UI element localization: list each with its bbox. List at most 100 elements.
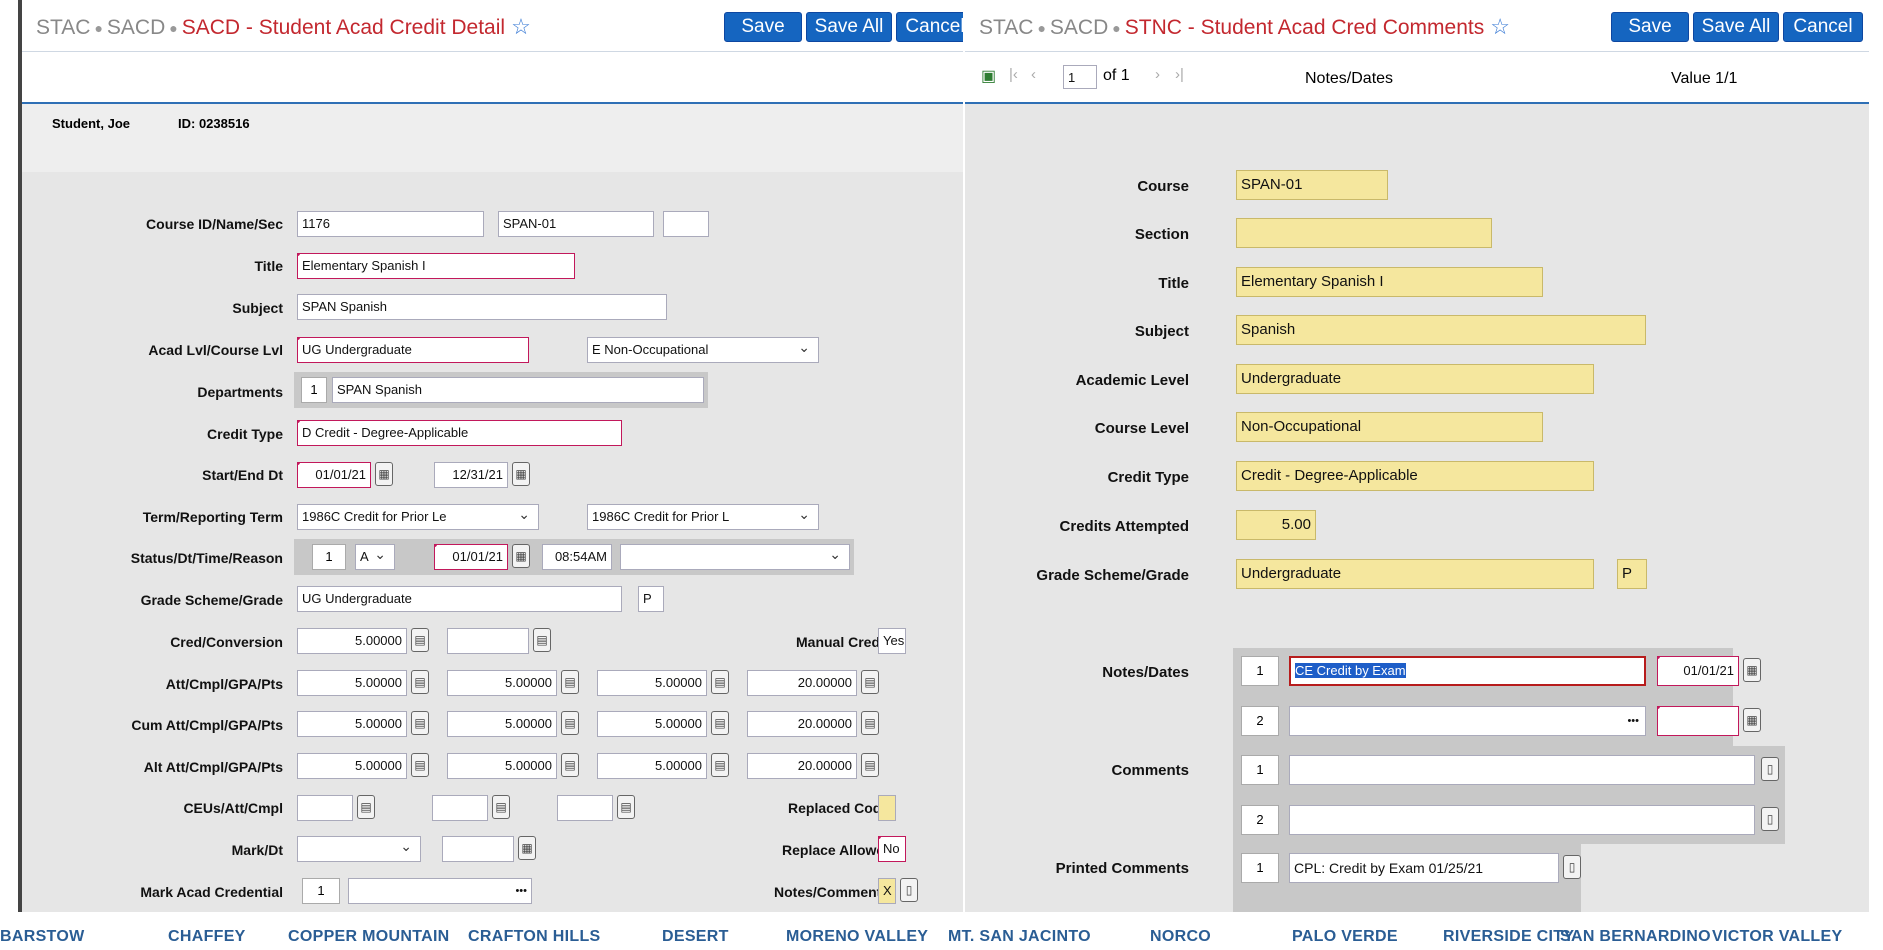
- calculator-icon[interactable]: ▤: [711, 711, 729, 735]
- course-section-field[interactable]: [663, 211, 709, 237]
- footer-college-link[interactable]: MORENO VALLEY: [786, 928, 928, 946]
- course-name-field[interactable]: SPAN-01: [498, 211, 654, 237]
- conversion-field[interactable]: [447, 628, 529, 654]
- footer-college-link[interactable]: PALO VERDE: [1292, 928, 1398, 946]
- grade-field[interactable]: P: [638, 586, 664, 612]
- att-field-4[interactable]: 20.00000: [747, 670, 857, 696]
- end-date-field[interactable]: 12/31/21: [434, 462, 508, 488]
- notes-field[interactable]: X: [878, 878, 896, 904]
- calendar-icon[interactable]: ▦: [375, 462, 393, 486]
- cancel-button[interactable]: Cancel: [896, 12, 963, 42]
- calculator-icon[interactable]: ▤: [411, 670, 429, 694]
- note-field-2[interactable]: •••: [1289, 706, 1646, 736]
- crumb-stac[interactable]: STAC: [36, 16, 90, 39]
- alt-field-4[interactable]: 20.00000: [747, 753, 857, 779]
- comment-field-2[interactable]: [1289, 805, 1755, 835]
- ceus-cmpl-field[interactable]: [557, 795, 613, 821]
- calculator-icon[interactable]: ▤: [861, 711, 879, 735]
- calculator-icon[interactable]: ▤: [561, 670, 579, 694]
- calendar-icon[interactable]: ▦: [1743, 658, 1761, 682]
- title-field[interactable]: Elementary Spanish I: [297, 253, 575, 279]
- status-time-field[interactable]: 08:54AM: [542, 544, 612, 570]
- save-button[interactable]: Save: [1611, 12, 1689, 42]
- department-field[interactable]: SPAN Spanish: [332, 377, 704, 403]
- status-reason-select[interactable]: [620, 544, 850, 570]
- footer-college-link[interactable]: BARSTOW: [0, 928, 84, 946]
- document-icon[interactable]: ▯: [1761, 757, 1779, 781]
- cum-field-4[interactable]: 20.00000: [747, 711, 857, 737]
- crumb-stac[interactable]: STAC: [979, 16, 1033, 39]
- course-level-select[interactable]: E Non-Occupational: [587, 337, 819, 363]
- crumb-sacd[interactable]: SACD: [1050, 16, 1108, 39]
- alt-field-3[interactable]: 5.00000: [597, 753, 707, 779]
- crumb-sacd[interactable]: SACD: [107, 16, 165, 39]
- last-page-icon[interactable]: ›|: [1175, 66, 1184, 83]
- att-field-2[interactable]: 5.00000: [447, 670, 557, 696]
- favorite-star-icon[interactable]: ☆: [1490, 14, 1510, 39]
- footer-college-link[interactable]: CHAFFEY: [168, 928, 246, 946]
- footer-college-link[interactable]: NORCO: [1150, 928, 1211, 946]
- credit-type-field[interactable]: D Credit - Degree-Applicable: [297, 420, 622, 446]
- comment-field-1[interactable]: [1289, 755, 1755, 785]
- subject-field[interactable]: SPAN Spanish: [297, 294, 667, 320]
- calculator-icon[interactable]: ▤: [861, 670, 879, 694]
- course-id-field[interactable]: 1176: [297, 211, 484, 237]
- manual-cred-field[interactable]: Yes: [878, 628, 906, 654]
- footer-college-link[interactable]: DESERT: [662, 928, 729, 946]
- status-select[interactable]: A: [355, 544, 395, 570]
- calendar-icon[interactable]: ▦: [1743, 708, 1761, 732]
- calculator-icon[interactable]: ▤: [617, 795, 635, 819]
- acad-level-field[interactable]: UG Undergraduate: [297, 337, 529, 363]
- calculator-icon[interactable]: ▤: [411, 753, 429, 777]
- footer-college-link[interactable]: RIVERSIDE CITY: [1443, 928, 1574, 946]
- note-date-1[interactable]: 01/01/21: [1657, 656, 1739, 686]
- calculator-icon[interactable]: ▤: [711, 670, 729, 694]
- ceus-att-field[interactable]: [432, 795, 488, 821]
- start-date-field[interactable]: 01/01/21: [297, 462, 371, 488]
- ceus-field[interactable]: [297, 795, 353, 821]
- cum-field-3[interactable]: 5.00000: [597, 711, 707, 737]
- footer-college-link[interactable]: COPPER MOUNTAIN: [288, 928, 450, 946]
- calculator-icon[interactable]: ▤: [411, 628, 429, 652]
- calendar-icon[interactable]: ▦: [512, 462, 530, 486]
- att-field-3[interactable]: 5.00000: [597, 670, 707, 696]
- calculator-icon[interactable]: ▤: [711, 753, 729, 777]
- replaced-code-field[interactable]: [878, 795, 896, 821]
- document-icon[interactable]: ▯: [900, 878, 918, 902]
- footer-college-link[interactable]: CRAFTON HILLS: [468, 928, 601, 946]
- calculator-icon[interactable]: ▤: [561, 753, 579, 777]
- calendar-icon[interactable]: ▦: [512, 544, 530, 568]
- calculator-icon[interactable]: ▤: [357, 795, 375, 819]
- document-icon[interactable]: ▯: [1563, 855, 1581, 879]
- calculator-icon[interactable]: ▤: [492, 795, 510, 819]
- alt-field-1[interactable]: 5.00000: [297, 753, 407, 779]
- grade-scheme-field[interactable]: UG Undergraduate: [297, 586, 622, 612]
- cancel-button[interactable]: Cancel: [1783, 12, 1863, 42]
- cum-field-1[interactable]: 5.00000: [297, 711, 407, 737]
- calculator-icon[interactable]: ▤: [861, 753, 879, 777]
- export-icon[interactable]: ▣: [981, 66, 996, 86]
- att-field-1[interactable]: 5.00000: [297, 670, 407, 696]
- cred-field[interactable]: 5.00000: [297, 628, 407, 654]
- calculator-icon[interactable]: ▤: [561, 711, 579, 735]
- note-field-1[interactable]: CE Credit by Exam: [1289, 656, 1646, 686]
- mark-cred-field[interactable]: •••: [348, 878, 532, 904]
- cum-field-2[interactable]: 5.00000: [447, 711, 557, 737]
- footer-college-link[interactable]: MT. SAN JACINTO: [948, 928, 1091, 946]
- next-page-icon[interactable]: ›: [1155, 66, 1160, 83]
- calculator-icon[interactable]: ▤: [411, 711, 429, 735]
- mark-date-field[interactable]: [442, 836, 514, 862]
- page-number-field[interactable]: 1: [1063, 65, 1097, 89]
- save-button[interactable]: Save: [724, 12, 802, 42]
- first-page-icon[interactable]: |‹: [1009, 66, 1018, 83]
- term-select[interactable]: 1986C Credit for Prior Le: [297, 504, 539, 530]
- alt-field-2[interactable]: 5.00000: [447, 753, 557, 779]
- calendar-icon[interactable]: ▦: [518, 836, 536, 860]
- prev-page-icon[interactable]: ‹: [1031, 66, 1036, 83]
- footer-college-link[interactable]: SAN BERNARDINO: [1560, 928, 1711, 946]
- footer-college-link[interactable]: VICTOR VALLEY: [1712, 928, 1842, 946]
- mark-select[interactable]: [297, 836, 421, 862]
- status-date-field[interactable]: 01/01/21: [434, 544, 508, 570]
- save-all-button[interactable]: Save All: [1693, 12, 1779, 42]
- favorite-star-icon[interactable]: ☆: [511, 14, 531, 39]
